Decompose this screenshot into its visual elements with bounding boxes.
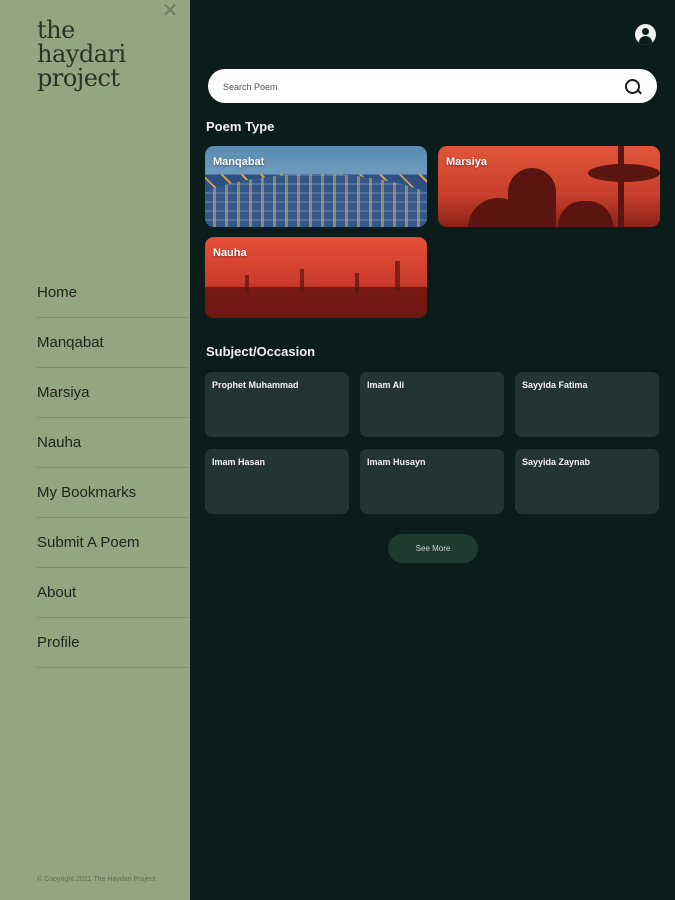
poem-type-card-nauha[interactable]: Nauha <box>205 237 427 318</box>
subject-card[interactable]: Imam Husayn <box>360 449 504 514</box>
main-content: Poem Type Manqabat Marsiya Nauha Subject… <box>190 0 675 900</box>
nav-item-manqabat[interactable]: Manqabat <box>37 318 188 368</box>
raised-hand <box>395 261 400 291</box>
search-bar <box>208 69 657 103</box>
card-label: Sayyida Zaynab <box>522 457 591 467</box>
card-label: Nauha <box>213 247 247 259</box>
crowd-silhouette <box>558 201 613 227</box>
card-label: Imam Husayn <box>367 457 426 467</box>
nav-item-marsiya[interactable]: Marsiya <box>37 368 188 418</box>
subject-card[interactable]: Sayyida Zaynab <box>515 449 659 514</box>
card-label: Manqabat <box>213 156 265 168</box>
raised-hand <box>300 269 304 291</box>
profile-avatar-icon[interactable] <box>635 24 656 45</box>
subject-card[interactable]: Imam Hasan <box>205 449 349 514</box>
card-label: Sayyida Fatima <box>522 380 588 390</box>
close-icon[interactable]: ✕ <box>160 1 180 22</box>
subject-card[interactable]: Sayyida Fatima <box>515 372 659 437</box>
card-label: Imam Hasan <box>212 457 266 467</box>
nav-item-home[interactable]: Home <box>37 268 188 318</box>
search-icon[interactable] <box>625 79 640 94</box>
card-label: Prophet Muhammad <box>212 380 299 390</box>
poem-type-card-marsiya[interactable]: Marsiya <box>438 146 660 227</box>
nav-item-profile[interactable]: Profile <box>37 618 188 668</box>
poem-type-card-manqabat[interactable]: Manqabat <box>205 146 427 227</box>
navigation-drawer: ✕ the haydari project Home Manqabat Mars… <box>0 0 190 900</box>
subject-card[interactable]: Imam Ali <box>360 372 504 437</box>
see-more-button[interactable]: See More <box>388 534 478 563</box>
card-label: Imam Ali <box>367 380 405 390</box>
palm-trunk <box>618 146 624 227</box>
copyright-text: © Copyright 2021 The Haydari Project <box>37 876 156 883</box>
nav-item-submit-poem[interactable]: Submit A Poem <box>37 518 188 568</box>
palm-fronds <box>588 164 660 182</box>
logo-line: the <box>37 16 75 44</box>
raised-hand <box>355 273 359 293</box>
logo-line: project <box>37 64 120 92</box>
nav-menu: Home Manqabat Marsiya Nauha My Bookmarks… <box>37 268 188 668</box>
subject-card[interactable]: Prophet Muhammad <box>205 372 349 437</box>
subject-heading: Subject/Occasion <box>206 344 316 359</box>
logo-line: haydari <box>37 40 126 68</box>
search-input[interactable] <box>221 78 605 96</box>
poem-type-heading: Poem Type <box>206 119 275 134</box>
nav-item-bookmarks[interactable]: My Bookmarks <box>37 468 188 518</box>
logo: the haydari project <box>37 18 126 90</box>
nav-item-nauha[interactable]: Nauha <box>37 418 188 468</box>
card-label: Marsiya <box>446 156 487 168</box>
nav-item-about[interactable]: About <box>37 568 188 618</box>
mosaic-dome-image <box>205 174 427 227</box>
raised-hand <box>245 275 249 293</box>
crowd-silhouette <box>205 287 427 318</box>
